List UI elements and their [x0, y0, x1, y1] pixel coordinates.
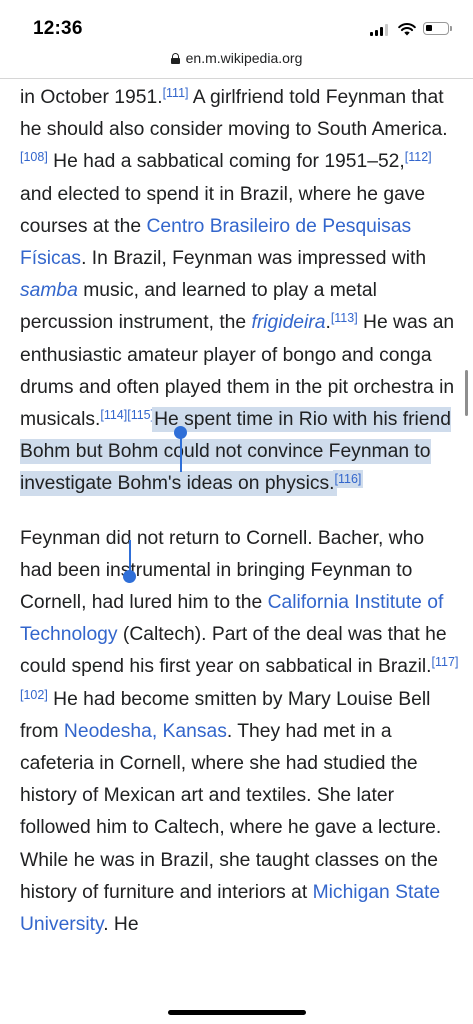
selection-start-bar: [180, 432, 182, 472]
selection-end-handle[interactable]: [123, 570, 136, 583]
address-bar[interactable]: en.m.wikipedia.org: [0, 50, 473, 66]
paragraph-text: . They had met in a cafeteria in Cornell…: [20, 720, 442, 903]
toolbar-divider: [0, 78, 473, 79]
paragraph-text: . He: [103, 914, 139, 936]
citation-link[interactable]: [115]: [127, 408, 154, 422]
paragraph: in October 1951.[111] A girlfriend told …: [20, 82, 460, 501]
status-bar: 12:36: [0, 0, 473, 48]
article-body: in October 1951.[111] A girlfriend told …: [20, 82, 460, 941]
cellular-signal-icon: [370, 24, 390, 36]
citation-link[interactable]: [117]: [432, 655, 459, 669]
status-time: 12:36: [33, 18, 83, 39]
link-frigideira[interactable]: frigideira: [252, 312, 326, 333]
wifi-icon: [398, 23, 416, 36]
citation-link[interactable]: [108]: [20, 150, 48, 164]
citation-link[interactable]: [116]: [334, 472, 362, 487]
citation-link[interactable]: [114]: [100, 408, 127, 422]
citation-link[interactable]: [113]: [331, 311, 358, 325]
lock-icon: [170, 53, 180, 64]
citation-link[interactable]: [112]: [405, 150, 432, 164]
citation-link[interactable]: [111]: [163, 86, 189, 100]
citation-link[interactable]: [102]: [20, 688, 48, 702]
paragraph-text: . In Brazil, Feynman was impressed with: [81, 248, 427, 270]
battery-icon: [423, 22, 452, 35]
home-indicator[interactable]: [168, 1010, 306, 1015]
paragraph-text: in October 1951.: [20, 87, 163, 108]
url-text: en.m.wikipedia.org: [185, 50, 303, 66]
link-neodesha-kansas[interactable]: Neodesha, Kansas: [64, 721, 227, 742]
paragraph: Feynman did not return to Cornell. Bache…: [20, 523, 460, 942]
scroll-indicator[interactable]: [465, 370, 468, 416]
link-samba[interactable]: samba: [20, 280, 78, 301]
paragraph-text: He had a sabbatical coming for 1951–52,: [47, 151, 405, 173]
